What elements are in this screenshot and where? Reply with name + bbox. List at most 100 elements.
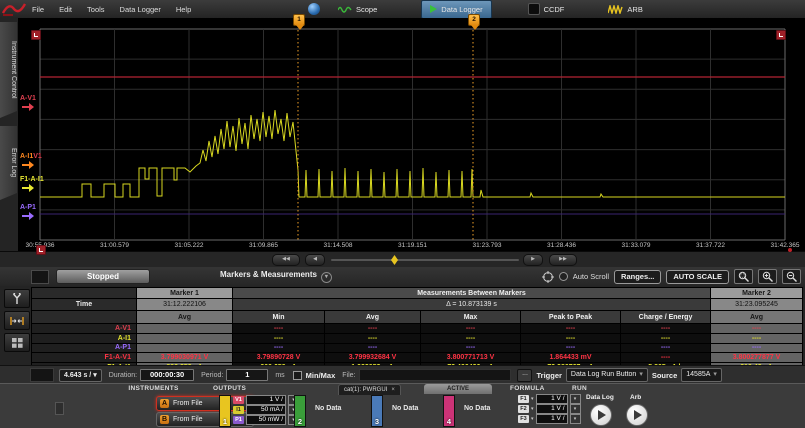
cell-A-V1: ---- — [711, 324, 802, 333]
benchvue-orb-icon[interactable] — [308, 3, 320, 15]
channel3-color-bar[interactable]: 3 — [371, 395, 383, 427]
scroll-last-button[interactable]: ▶▶ — [549, 254, 577, 266]
f1-badge[interactable]: F1 — [518, 395, 529, 403]
menu-data-logger[interactable]: Data Logger — [120, 5, 161, 14]
active-tab[interactable]: ACTIVE — [424, 384, 492, 394]
stat-header-charge-energy[interactable]: Charge / Energy — [621, 311, 710, 323]
scroll-track[interactable] — [331, 259, 519, 261]
auto-scroll-toggle[interactable] — [559, 272, 568, 281]
cell-A-I1: ---- — [421, 334, 520, 343]
grid-view-button[interactable] — [4, 333, 30, 352]
stat-header-max[interactable]: Max — [421, 311, 520, 323]
v1-badge[interactable]: V1 — [233, 396, 244, 404]
scroll-prev-button[interactable]: ◀ — [305, 254, 325, 266]
trigger-select[interactable]: Data Log Run Button▾ — [566, 368, 648, 382]
trace-label[interactable]: F1-A-I1 — [20, 176, 44, 192]
zoom-in-button[interactable] — [758, 269, 777, 284]
channel1-power-row: P1 50 mW / ▾ — [233, 415, 299, 424]
row-label-A-P1[interactable]: A-P1 — [32, 344, 136, 353]
scale-handle-bottom-right-icon[interactable] — [788, 248, 792, 252]
scroll-first-button[interactable]: ◀◀ — [272, 254, 300, 266]
timebase-dropdown[interactable]: 4.643 s / ▾ — [59, 369, 102, 382]
marker2-header[interactable]: Marker 2 — [711, 288, 802, 298]
f2-scale-dropdown-icon[interactable]: ▾ — [570, 404, 581, 414]
channel2-color-bar[interactable]: 2 — [294, 395, 306, 427]
f3-scale-value[interactable]: 1 V / — [536, 414, 568, 424]
cell-F1-A-V1: ---- — [621, 353, 710, 362]
trace-ref-arrow-icon — [22, 212, 35, 220]
menu-file[interactable]: File — [32, 5, 44, 14]
zoom-select-button[interactable] — [734, 269, 753, 284]
setup-wrench-button[interactable] — [4, 289, 30, 308]
i1-badge[interactable]: I1 — [233, 406, 244, 414]
v1-scale-value[interactable]: 1 V / — [246, 395, 286, 405]
instruments-header: INSTRUMENTS — [96, 385, 211, 392]
trace-label[interactable]: A-I1V1 — [20, 153, 42, 169]
markers-button[interactable] — [4, 311, 30, 330]
arb-play-button[interactable] — [626, 404, 648, 426]
panel-grip[interactable] — [55, 402, 64, 415]
p1-badge[interactable]: P1 — [233, 416, 244, 424]
browse-file-button[interactable]: ... — [517, 369, 532, 382]
menu-help[interactable]: Help — [176, 5, 191, 14]
duration-field[interactable]: 000:00:30 — [140, 369, 194, 381]
sidebar-tab-error-log[interactable]: Error Log — [0, 126, 17, 200]
x-tick-label: 31:33.079 — [622, 242, 651, 249]
waveform-chart[interactable]: A-V1A-I1V1F1-A-I1A-P1 30:55.93631:00.579… — [18, 18, 805, 251]
arb-run-label: Arb — [630, 394, 641, 401]
row-label-F1-A-V1[interactable]: F1-A-V1 — [32, 353, 136, 362]
scale-handle-top-right-icon[interactable] — [776, 30, 786, 40]
instrument-panel: INSTRUMENTS OUTPUTS cat(1): PWRGUI× ACTI… — [0, 383, 805, 428]
p1-scale-value[interactable]: 50 mW / — [246, 415, 286, 425]
ranges-button[interactable]: Ranges... — [614, 270, 661, 284]
table-corner-blank — [32, 288, 136, 298]
i1-scale-value[interactable]: 50 mA / — [246, 405, 286, 415]
stat-header-avg[interactable]: Avg — [325, 311, 420, 323]
stat-header-min[interactable]: Min — [233, 311, 324, 323]
marker-flag-2[interactable]: 2 — [468, 14, 480, 26]
f3-scale-dropdown-icon[interactable]: ▾ — [570, 414, 581, 424]
cell-A-V1: ---- — [421, 324, 520, 333]
row-label-A-I1[interactable]: A-I1 — [32, 334, 136, 343]
channel4-color-bar[interactable]: 4 — [443, 395, 455, 427]
scope-wave-icon — [338, 5, 352, 14]
scale-handle-bottom-left-icon[interactable] — [36, 245, 46, 255]
period-field[interactable]: 1 — [226, 369, 268, 381]
tab-scope[interactable]: Scope — [330, 1, 385, 18]
f1-scale-value[interactable]: 1 V / — [536, 394, 568, 404]
tab-data-logger[interactable]: Data Logger — [421, 0, 491, 19]
marker-flag-1[interactable]: 1 — [293, 14, 305, 26]
tab-arb[interactable]: ARB — [600, 1, 650, 18]
scroll-thumb[interactable] — [391, 255, 398, 265]
minmax-checkbox[interactable] — [293, 371, 302, 380]
source-label: Source — [652, 371, 677, 380]
marker1-header[interactable]: Marker 1 — [137, 288, 232, 298]
scale-handle-top-left-icon[interactable] — [31, 30, 41, 40]
row-label-A-V1[interactable]: A-V1 — [32, 324, 136, 333]
trace-ref-arrow-icon — [22, 161, 35, 169]
data-log-play-button[interactable] — [590, 404, 612, 426]
f2-badge[interactable]: F2 — [518, 405, 529, 413]
menu-edit[interactable]: Edit — [59, 5, 72, 14]
stat-header-peak-to-peak[interactable]: Peak to Peak — [521, 311, 620, 323]
source-select[interactable]: 14585A▾ — [681, 368, 722, 382]
channel1-color-bar[interactable]: 1 — [219, 395, 231, 427]
channel1-current-row: I1 50 mA / ▾ — [233, 405, 299, 414]
f2-scale-value[interactable]: 1 V / — [536, 404, 568, 414]
menu-tools[interactable]: Tools — [87, 5, 105, 14]
panel-collapse-icon[interactable]: ▾ — [321, 272, 332, 283]
auto-scale-button[interactable]: AUTO SCALE — [666, 270, 729, 284]
cell-A-I1: ---- — [621, 334, 710, 343]
trace-label[interactable]: A-P1 — [20, 204, 36, 220]
crosshair-icon[interactable] — [542, 271, 554, 283]
f1-scale-dropdown-icon[interactable]: ▾ — [570, 394, 581, 404]
file-path-input[interactable] — [359, 369, 511, 381]
zoom-out-button[interactable] — [782, 269, 801, 284]
tab-ccdf[interactable]: CCDF — [520, 1, 573, 18]
sidebar-tab-instrument-control[interactable]: Instrument Control — [0, 22, 17, 118]
file-tab-close-icon[interactable]: × — [391, 387, 395, 393]
f3-badge[interactable]: F3 — [518, 415, 529, 423]
scroll-next-button[interactable]: ▶ — [523, 254, 543, 266]
file-tab[interactable]: cat(1): PWRGUI× — [338, 384, 401, 395]
trace-label[interactable]: A-V1 — [20, 95, 36, 111]
